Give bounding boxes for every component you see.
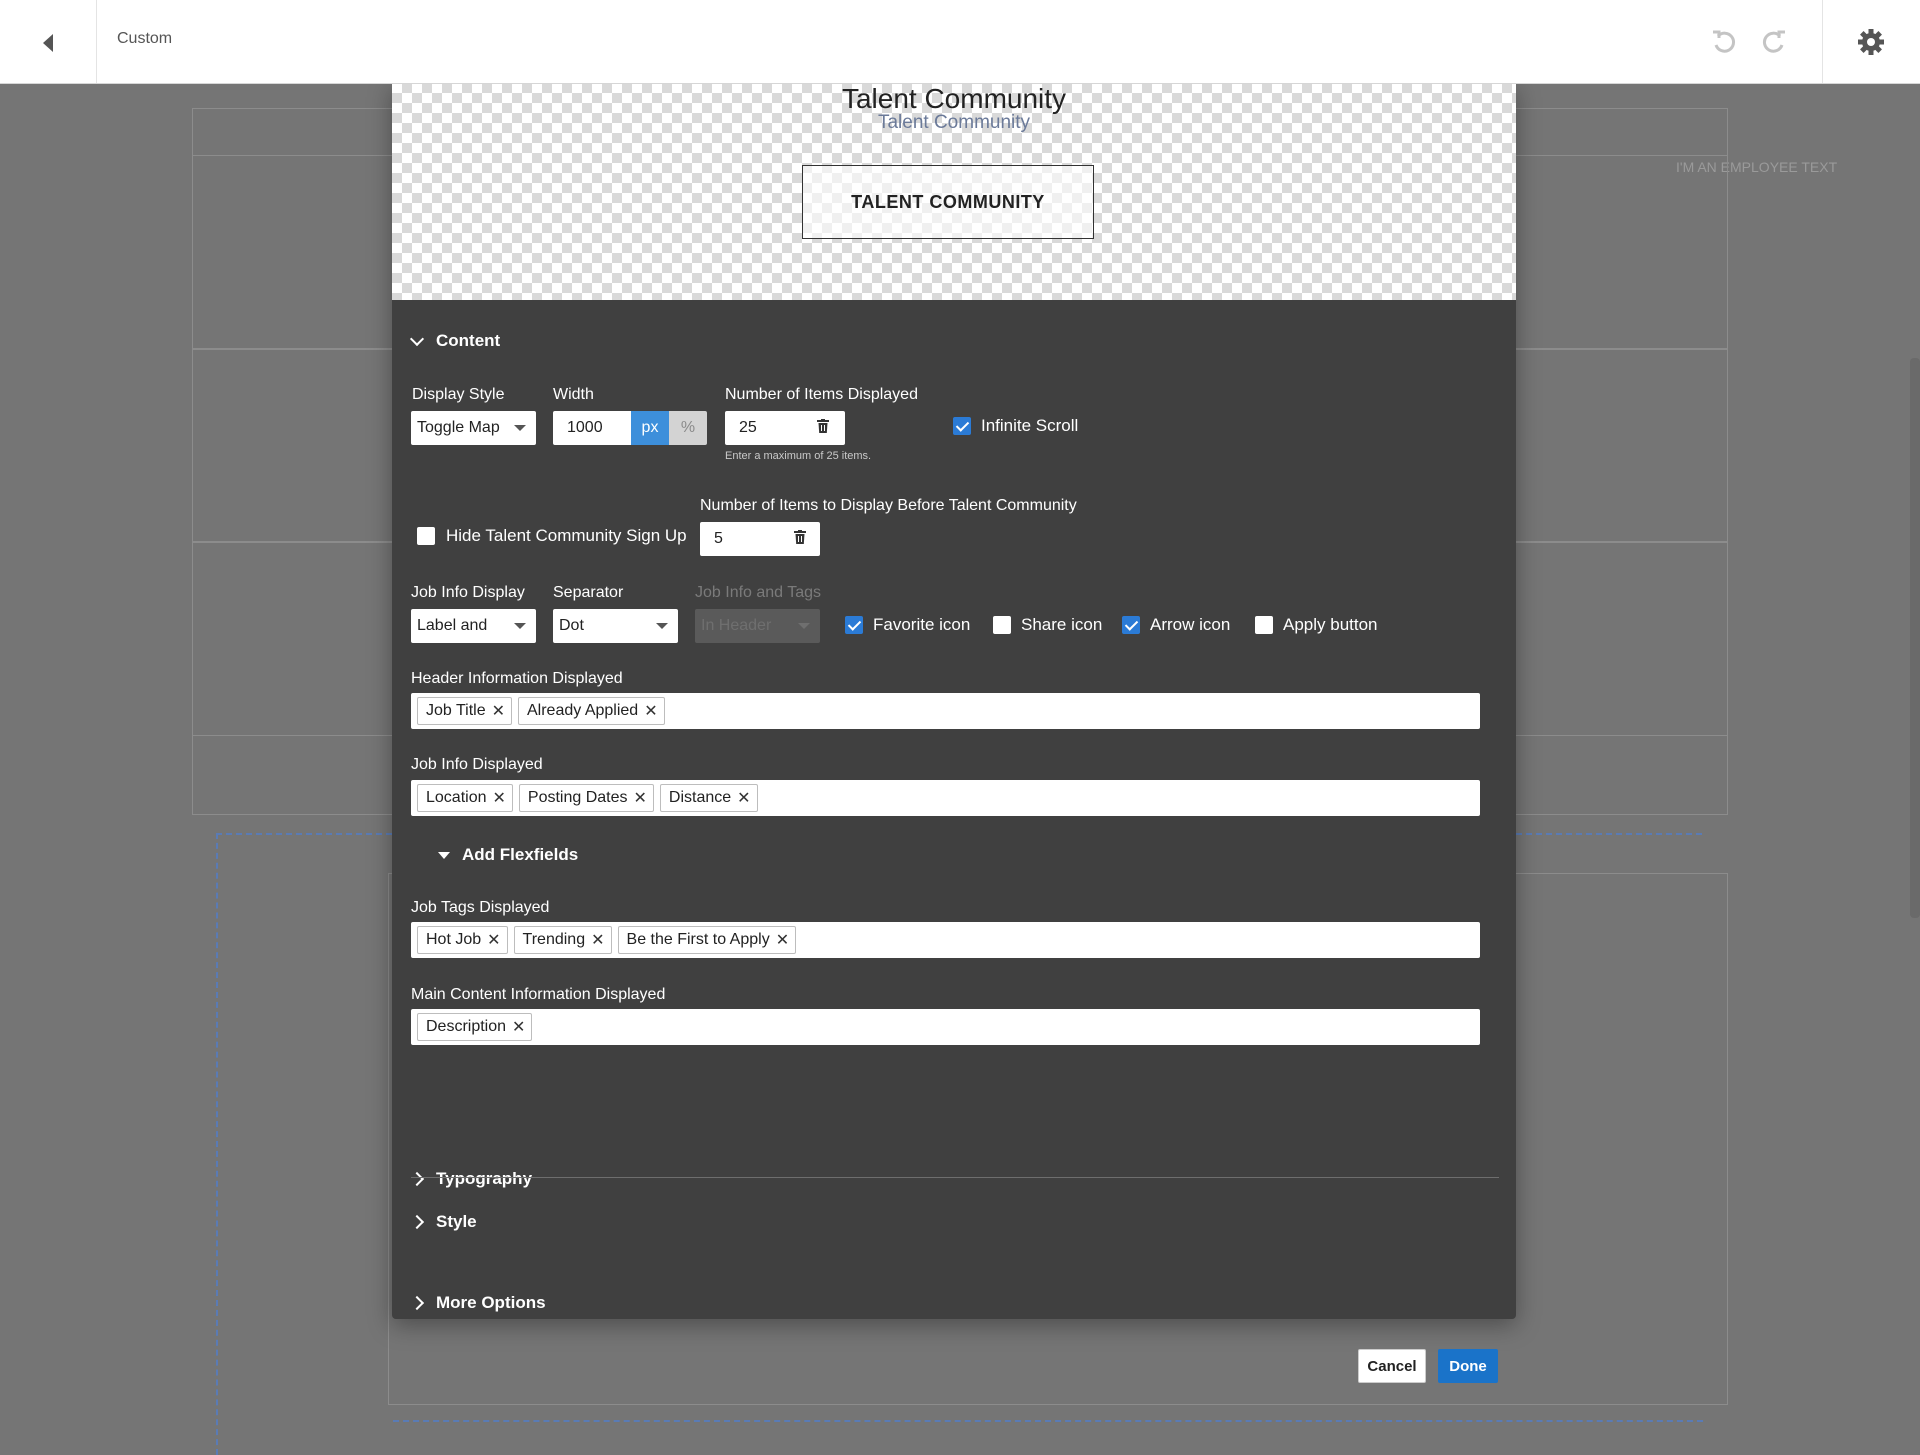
- close-icon[interactable]: ✕: [493, 788, 506, 808]
- chevron-right-icon: [409, 1171, 425, 1187]
- chevron-right-icon: [409, 1295, 425, 1311]
- hide-signup-label: Hide Talent Community Sign Up: [446, 526, 687, 545]
- close-icon[interactable]: ✕: [776, 930, 789, 950]
- unit-px-toggle[interactable]: px: [631, 411, 669, 445]
- preview-talent-community-button: TALENT COMMUNITY: [802, 165, 1094, 239]
- job-info-label: Job Info Displayed: [411, 756, 543, 773]
- job-info-tags-label: Job Info and Tags: [695, 584, 822, 601]
- gear-icon[interactable]: [1855, 26, 1887, 58]
- infinite-scroll-checkbox[interactable]: [953, 417, 971, 435]
- trash-icon[interactable]: [817, 419, 829, 433]
- divider: [1822, 0, 1823, 83]
- preview-title: Talent Community: [841, 83, 1067, 114]
- header-info-field[interactable]: Job Title ✕ Already Applied ✕: [411, 693, 1480, 729]
- scrollbar[interactable]: [1910, 358, 1920, 918]
- triangle-down-icon: [438, 851, 450, 859]
- settings-dialog: Talent Community Talent Community TALENT…: [392, 83, 1516, 1383]
- share-icon-label: Share icon: [1021, 615, 1103, 634]
- items-displayed-label: Number of Items Displayed: [725, 386, 918, 403]
- close-icon[interactable]: ✕: [644, 701, 657, 721]
- chevron-down-icon: [656, 623, 668, 629]
- job-info-display-select[interactable]: Label and: [411, 609, 536, 643]
- job-tags-label: Job Tags Displayed: [411, 899, 550, 916]
- display-style-value: Toggle Map: [417, 419, 500, 436]
- separator-label: Separator: [553, 584, 624, 601]
- preview-area: Talent Community Talent Community TALENT…: [392, 83, 1516, 300]
- divider: [411, 1177, 1499, 1178]
- chevron-right-icon: [409, 1214, 425, 1230]
- tag-chip: Already Applied ✕: [518, 697, 665, 725]
- width-label: Width: [553, 386, 594, 403]
- tag-chip: Distance ✕: [659, 784, 758, 812]
- close-icon[interactable]: ✕: [634, 788, 647, 808]
- style-section-toggle[interactable]: Style: [409, 1212, 477, 1232]
- tag-chip: Description ✕: [417, 1013, 533, 1041]
- display-style-label: Display Style: [412, 386, 505, 403]
- share-icon-checkbox[interactable]: [993, 616, 1011, 634]
- style-label: Style: [436, 1212, 477, 1231]
- tag-chip: Be the First to Apply ✕: [617, 926, 797, 954]
- items-displayed-hint: Enter a maximum of 25 items.: [725, 450, 872, 462]
- tag-chip: Job Title ✕: [417, 697, 512, 725]
- apply-button-checkbox[interactable]: [1255, 616, 1273, 634]
- typography-section-toggle[interactable]: Typography: [409, 1169, 533, 1189]
- job-info-display-value: Label and: [417, 617, 488, 634]
- header-info-label: Header Information Displayed: [411, 670, 623, 687]
- tag-chip: Posting Dates ✕: [518, 784, 654, 812]
- typography-label: Typography: [436, 1169, 533, 1188]
- job-info-field[interactable]: Location ✕ Posting Dates ✕ Distance ✕: [411, 780, 1480, 816]
- more-options-toggle[interactable]: More Options: [409, 1293, 546, 1313]
- chevron-down-icon: [514, 623, 526, 629]
- top-bar: Custom: [0, 0, 1920, 84]
- job-info-tags-value: In Header: [701, 617, 772, 634]
- favorite-icon-checkbox[interactable]: [845, 616, 863, 634]
- add-flexfields-label: Add Flexfields: [462, 845, 579, 864]
- close-icon[interactable]: ✕: [737, 788, 750, 808]
- chevron-down-icon: [798, 623, 810, 629]
- add-flexfields-toggle[interactable]: Add Flexfields: [438, 845, 578, 865]
- redo-icon[interactable]: [1760, 28, 1788, 56]
- close-icon[interactable]: ✕: [487, 930, 500, 950]
- items-before-label: Number of Items to Display Before Talent…: [700, 497, 1077, 514]
- main-content-field[interactable]: Description ✕: [411, 1009, 1480, 1045]
- job-tags-field[interactable]: Hot Job ✕ Trending ✕ Be the First to Apply…: [411, 922, 1480, 958]
- tag-chip: Hot Job ✕: [417, 926, 508, 954]
- apply-button-label: Apply button: [1283, 615, 1378, 634]
- back-button[interactable]: [0, 0, 97, 83]
- close-icon[interactable]: ✕: [492, 701, 505, 721]
- hide-signup-checkbox[interactable]: [417, 527, 435, 545]
- tag-chip: Location ✕: [417, 784, 513, 812]
- content-section-toggle[interactable]: Content: [409, 331, 501, 351]
- tag-chip: Trending ✕: [513, 926, 612, 954]
- page-title: Custom: [117, 30, 173, 47]
- trash-icon[interactable]: [794, 530, 806, 544]
- cancel-button[interactable]: Cancel: [1358, 1349, 1426, 1383]
- close-icon[interactable]: ✕: [512, 1017, 525, 1037]
- display-style-select[interactable]: Toggle Map: [411, 411, 536, 445]
- more-options-label: More Options: [436, 1293, 546, 1312]
- chevron-down-icon: [409, 331, 425, 346]
- done-button[interactable]: Done: [1438, 1349, 1498, 1383]
- infinite-scroll-label: Infinite Scroll: [981, 416, 1079, 435]
- arrow-icon-checkbox[interactable]: [1122, 616, 1140, 634]
- width-input[interactable]: 1000: [553, 411, 633, 445]
- separator-value: Dot: [559, 617, 584, 634]
- main-content-label: Main Content Information Displayed: [411, 986, 666, 1003]
- back-arrow-icon: [43, 34, 53, 52]
- preview-subtitle: Talent Community: [877, 112, 1031, 133]
- job-info-display-label: Job Info Display: [411, 584, 525, 601]
- chevron-down-icon: [514, 425, 526, 431]
- arrow-icon-label: Arrow icon: [1150, 615, 1231, 634]
- unit-percent-toggle[interactable]: %: [669, 411, 707, 445]
- favorite-icon-label: Favorite icon: [873, 615, 971, 634]
- job-info-tags-select: In Header: [695, 609, 820, 643]
- content-section-label: Content: [436, 331, 501, 350]
- undo-icon[interactable]: [1710, 28, 1738, 56]
- close-icon[interactable]: ✕: [591, 930, 604, 950]
- separator-select[interactable]: Dot: [553, 609, 678, 643]
